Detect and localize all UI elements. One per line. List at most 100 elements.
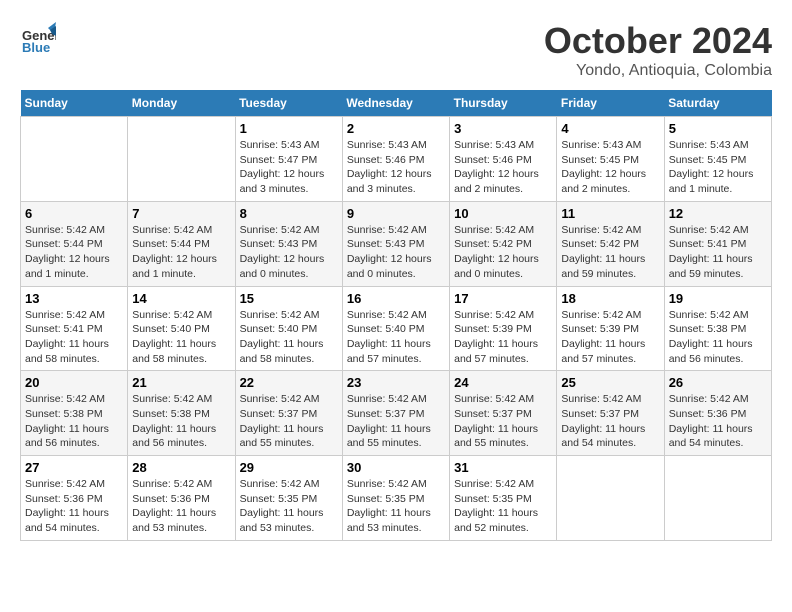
logo: General Blue: [20, 20, 56, 61]
day-number: 23: [347, 375, 445, 390]
calendar-cell: 18 Sunrise: 5:42 AMSunset: 5:39 PMDayligh…: [557, 286, 664, 371]
weekday-header-thursday: Thursday: [450, 90, 557, 117]
week-row-2: 6 Sunrise: 5:42 AMSunset: 5:44 PMDaylight…: [21, 201, 772, 286]
week-row-5: 27 Sunrise: 5:42 AMSunset: 5:36 PMDayligh…: [21, 456, 772, 541]
day-number: 17: [454, 291, 552, 306]
weekday-header-monday: Monday: [128, 90, 235, 117]
calendar-cell: 10 Sunrise: 5:42 AMSunset: 5:42 PMDayligh…: [450, 201, 557, 286]
day-number: 25: [561, 375, 659, 390]
day-number: 5: [669, 121, 767, 136]
calendar-cell: 30 Sunrise: 5:42 AMSunset: 5:35 PMDayligh…: [342, 456, 449, 541]
calendar-cell: 25 Sunrise: 5:42 AMSunset: 5:37 PMDayligh…: [557, 371, 664, 456]
day-info: Sunrise: 5:42 AMSunset: 5:40 PMDaylight:…: [347, 308, 445, 367]
week-row-4: 20 Sunrise: 5:42 AMSunset: 5:38 PMDayligh…: [21, 371, 772, 456]
day-info: Sunrise: 5:42 AMSunset: 5:35 PMDaylight:…: [347, 477, 445, 536]
calendar-cell: 29 Sunrise: 5:42 AMSunset: 5:35 PMDayligh…: [235, 456, 342, 541]
day-info: Sunrise: 5:42 AMSunset: 5:35 PMDaylight:…: [454, 477, 552, 536]
day-number: 18: [561, 291, 659, 306]
calendar-cell: 15Sunrise: 5:42 AMSunset: 5:40 PMDayligh…: [235, 286, 342, 371]
calendar-cell: 20 Sunrise: 5:42 AMSunset: 5:38 PMDayligh…: [21, 371, 128, 456]
day-info: Sunrise: 5:42 AMSunset: 5:36 PMDaylight:…: [669, 392, 767, 451]
calendar-cell: 21 Sunrise: 5:42 AMSunset: 5:38 PMDayligh…: [128, 371, 235, 456]
calendar-cell: 4Sunrise: 5:43 AMSunset: 5:45 PMDaylight…: [557, 117, 664, 202]
calendar-cell: 7Sunrise: 5:42 AMSunset: 5:44 PMDaylight…: [128, 201, 235, 286]
calendar-cell: 8 Sunrise: 5:42 AMSunset: 5:43 PMDaylight…: [235, 201, 342, 286]
weekday-header-friday: Friday: [557, 90, 664, 117]
title-section: October 2024 Yondo, Antioquia, Colombia: [544, 20, 772, 80]
day-info: Sunrise: 5:42 AMSunset: 5:43 PMDaylight:…: [347, 223, 445, 282]
calendar-cell: 26 Sunrise: 5:42 AMSunset: 5:36 PMDayligh…: [664, 371, 771, 456]
calendar-cell: 6 Sunrise: 5:42 AMSunset: 5:44 PMDaylight…: [21, 201, 128, 286]
calendar-cell: 1Sunrise: 5:43 AMSunset: 5:47 PMDaylight…: [235, 117, 342, 202]
day-info: Sunrise: 5:42 AMSunset: 5:42 PMDaylight:…: [454, 223, 552, 282]
day-info: Sunrise: 5:42 AMSunset: 5:41 PMDaylight:…: [669, 223, 767, 282]
day-number: 22: [240, 375, 338, 390]
day-info: Sunrise: 5:42 AMSunset: 5:42 PMDaylight:…: [561, 223, 659, 282]
calendar-cell: 31Sunrise: 5:42 AMSunset: 5:35 PMDayligh…: [450, 456, 557, 541]
calendar-cell: 9 Sunrise: 5:42 AMSunset: 5:43 PMDaylight…: [342, 201, 449, 286]
week-row-3: 13 Sunrise: 5:42 AMSunset: 5:41 PMDayligh…: [21, 286, 772, 371]
calendar-cell: 13 Sunrise: 5:42 AMSunset: 5:41 PMDayligh…: [21, 286, 128, 371]
day-info: Sunrise: 5:42 AMSunset: 5:37 PMDaylight:…: [454, 392, 552, 451]
weekday-header-tuesday: Tuesday: [235, 90, 342, 117]
day-number: 20: [25, 375, 123, 390]
day-info: Sunrise: 5:42 AMSunset: 5:41 PMDaylight:…: [25, 308, 123, 367]
day-info: Sunrise: 5:43 AMSunset: 5:45 PMDaylight:…: [669, 138, 767, 197]
calendar-cell: [557, 456, 664, 541]
calendar-cell: 16 Sunrise: 5:42 AMSunset: 5:40 PMDayligh…: [342, 286, 449, 371]
week-row-1: 1Sunrise: 5:43 AMSunset: 5:47 PMDaylight…: [21, 117, 772, 202]
page-header: General Blue October 2024 Yondo, Antioqu…: [20, 20, 772, 80]
calendar-cell: 12 Sunrise: 5:42 AMSunset: 5:41 PMDayligh…: [664, 201, 771, 286]
day-info: Sunrise: 5:42 AMSunset: 5:37 PMDaylight:…: [240, 392, 338, 451]
calendar-cell: 2Sunrise: 5:43 AMSunset: 5:46 PMDaylight…: [342, 117, 449, 202]
calendar-cell: 24 Sunrise: 5:42 AMSunset: 5:37 PMDayligh…: [450, 371, 557, 456]
calendar-cell: 28 Sunrise: 5:42 AMSunset: 5:36 PMDayligh…: [128, 456, 235, 541]
day-info: Sunrise: 5:42 AMSunset: 5:40 PMDaylight:…: [240, 308, 338, 367]
day-info: Sunrise: 5:42 AMSunset: 5:40 PMDaylight:…: [132, 308, 230, 367]
day-info: Sunrise: 5:42 AMSunset: 5:39 PMDaylight:…: [561, 308, 659, 367]
day-number: 14: [132, 291, 230, 306]
calendar-cell: 19 Sunrise: 5:42 AMSunset: 5:38 PMDayligh…: [664, 286, 771, 371]
day-number: 12: [669, 206, 767, 221]
day-number: 8: [240, 206, 338, 221]
day-number: 16: [347, 291, 445, 306]
calendar-cell: 3Sunrise: 5:43 AMSunset: 5:46 PMDaylight…: [450, 117, 557, 202]
day-info: Sunrise: 5:42 AMSunset: 5:37 PMDaylight:…: [347, 392, 445, 451]
day-number: 26: [669, 375, 767, 390]
calendar-cell: 14 Sunrise: 5:42 AMSunset: 5:40 PMDayligh…: [128, 286, 235, 371]
day-info: Sunrise: 5:42 AMSunset: 5:37 PMDaylight:…: [561, 392, 659, 451]
day-info: Sunrise: 5:42 AMSunset: 5:38 PMDaylight:…: [669, 308, 767, 367]
day-info: Sunrise: 5:42 AMSunset: 5:36 PMDaylight:…: [132, 477, 230, 536]
day-info: Sunrise: 5:42 AMSunset: 5:44 PMDaylight:…: [132, 223, 230, 282]
day-number: 19: [669, 291, 767, 306]
day-number: 13: [25, 291, 123, 306]
day-number: 27: [25, 460, 123, 475]
day-info: Sunrise: 5:42 AMSunset: 5:38 PMDaylight:…: [132, 392, 230, 451]
calendar-table: SundayMondayTuesdayWednesdayThursdayFrid…: [20, 90, 772, 541]
calendar-cell: [664, 456, 771, 541]
calendar-cell: [128, 117, 235, 202]
svg-text:Blue: Blue: [22, 40, 50, 55]
day-number: 28: [132, 460, 230, 475]
day-number: 21: [132, 375, 230, 390]
day-info: Sunrise: 5:42 AMSunset: 5:43 PMDaylight:…: [240, 223, 338, 282]
logo-icon: General Blue: [20, 20, 56, 61]
day-info: Sunrise: 5:42 AMSunset: 5:35 PMDaylight:…: [240, 477, 338, 536]
day-number: 1: [240, 121, 338, 136]
day-number: 6: [25, 206, 123, 221]
day-number: 11: [561, 206, 659, 221]
day-info: Sunrise: 5:42 AMSunset: 5:44 PMDaylight:…: [25, 223, 123, 282]
day-number: 10: [454, 206, 552, 221]
month-title: October 2024: [544, 20, 772, 62]
day-number: 24: [454, 375, 552, 390]
day-number: 9: [347, 206, 445, 221]
day-info: Sunrise: 5:43 AMSunset: 5:46 PMDaylight:…: [454, 138, 552, 197]
weekday-header-row: SundayMondayTuesdayWednesdayThursdayFrid…: [21, 90, 772, 117]
calendar-cell: 11 Sunrise: 5:42 AMSunset: 5:42 PMDayligh…: [557, 201, 664, 286]
day-number: 2: [347, 121, 445, 136]
day-number: 29: [240, 460, 338, 475]
day-info: Sunrise: 5:42 AMSunset: 5:38 PMDaylight:…: [25, 392, 123, 451]
day-info: Sunrise: 5:43 AMSunset: 5:45 PMDaylight:…: [561, 138, 659, 197]
day-info: Sunrise: 5:42 AMSunset: 5:39 PMDaylight:…: [454, 308, 552, 367]
day-number: 30: [347, 460, 445, 475]
